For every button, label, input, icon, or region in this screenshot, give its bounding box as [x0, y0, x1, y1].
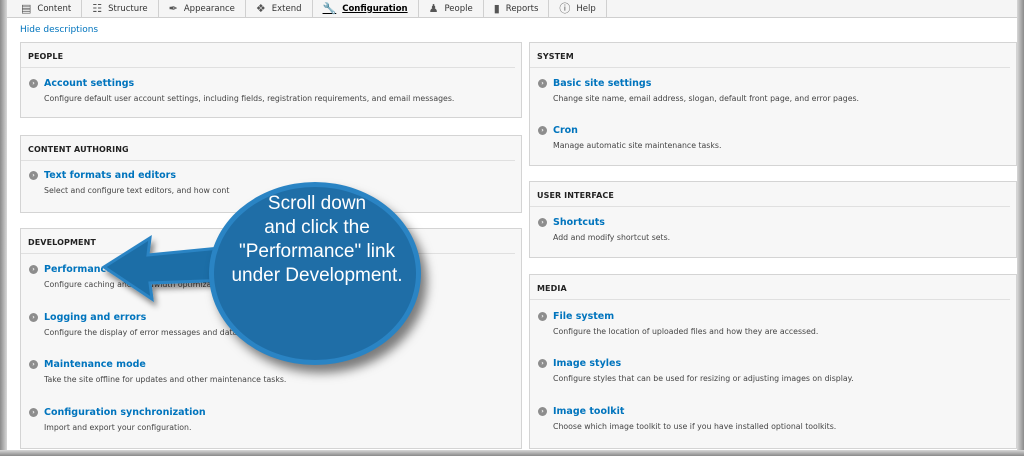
panel-media: MEDIA › File system Configure the locati…: [529, 274, 1017, 449]
configuration-icon: 🔧: [322, 2, 337, 15]
panel-title: PEOPLE: [21, 43, 515, 68]
chevron-right-icon: ›: [29, 360, 38, 369]
toolbar-extend[interactable]: ❖ Extend: [246, 0, 313, 18]
hide-descriptions-link[interactable]: Hide descriptions: [20, 25, 98, 35]
toolbar-label: Reports: [505, 3, 539, 14]
config-item-logging: › Logging and errors Configure the displ…: [29, 312, 242, 337]
chevron-right-icon: ›: [29, 265, 38, 274]
chevron-right-icon: ›: [29, 408, 38, 417]
chevron-right-icon: ›: [538, 218, 547, 227]
performance-link[interactable]: Performance: [44, 264, 113, 275]
callout-line: "Performance" link: [238, 241, 396, 262]
toolbar-label: Appearance: [183, 3, 235, 14]
callout-line: and click the: [264, 217, 370, 238]
item-description: Select and configure text editors, and h…: [44, 186, 230, 195]
toolbar-help[interactable]: ⓘ Help: [549, 0, 607, 18]
content-icon: ▤: [21, 2, 32, 15]
account-settings-link[interactable]: Account settings: [44, 78, 134, 89]
item-description: Configure the location of uploaded files…: [553, 327, 819, 336]
image-toolkit-link[interactable]: Image toolkit: [553, 406, 624, 417]
toolbar-people[interactable]: ♟ People: [419, 0, 484, 18]
config-sync-link[interactable]: Configuration synchronization: [44, 407, 206, 418]
toolbar-label: Structure: [108, 3, 148, 14]
extend-icon: ❖: [255, 2, 266, 15]
appearance-icon: ✒: [168, 2, 178, 15]
panel-people: PEOPLE › Account settings Configure defa…: [20, 42, 522, 118]
config-item-shortcuts: › Shortcuts Add and modify shortcut sets…: [538, 217, 670, 242]
toolbar-reports[interactable]: ▮ Reports: [484, 0, 550, 18]
config-item-sync: › Configuration synchronization Import a…: [29, 407, 206, 432]
item-description: Configure the display of error messages …: [44, 328, 243, 337]
config-item-text-formats: › Text formats and editors Select and co…: [29, 170, 229, 195]
toolbar-label: Help: [576, 3, 596, 14]
item-description: Choose which image toolkit to use if you…: [553, 422, 837, 431]
panel-title: SYSTEM: [530, 43, 1010, 68]
text-formats-link[interactable]: Text formats and editors: [44, 170, 176, 181]
logging-errors-link[interactable]: Logging and errors: [44, 312, 146, 323]
maintenance-mode-link[interactable]: Maintenance mode: [44, 359, 146, 370]
toolbar-configuration[interactable]: 🔧 Configuration: [313, 0, 419, 18]
toolbar-label: People: [444, 3, 473, 14]
reports-icon: ▮: [493, 2, 500, 15]
structure-icon: ☷: [92, 2, 103, 15]
toolbar-content[interactable]: ▤ Content: [7, 0, 83, 18]
config-item-file-system: › File system Configure the location of …: [538, 311, 818, 336]
file-system-link[interactable]: File system: [553, 311, 614, 322]
config-item-basic-site: › Basic site settings Change site name, …: [538, 78, 859, 103]
config-item-performance: › Performance Configure caching and band…: [29, 264, 211, 289]
chevron-right-icon: ›: [29, 313, 38, 322]
cron-link[interactable]: Cron: [553, 125, 578, 136]
item-description: Configure default user account settings,…: [44, 94, 455, 103]
frame-shadow-bottom: [0, 450, 1024, 456]
item-description: Take the site offline for updates and ot…: [44, 375, 287, 384]
chevron-right-icon: ›: [538, 126, 547, 135]
toolbar-label: Extend: [271, 3, 302, 14]
toolbar-appearance[interactable]: ✒ Appearance: [159, 0, 246, 18]
item-description: Change site name, email address, slogan,…: [553, 94, 860, 103]
chevron-right-icon: ›: [29, 171, 38, 180]
admin-toolbar: ▤ Content ☷ Structure ✒ Appearance ❖ Ext…: [7, 0, 1017, 18]
panel-title: MEDIA: [530, 275, 1010, 300]
item-description: Add and modify shortcut sets.: [553, 233, 671, 242]
callout-line: under Development.: [231, 265, 403, 286]
chevron-right-icon: ›: [538, 312, 547, 321]
chevron-right-icon: ›: [538, 79, 547, 88]
toolbar-structure[interactable]: ☷ Structure: [82, 0, 159, 18]
item-description: Import and export your configuration.: [44, 423, 192, 432]
item-description: Manage automatic site maintenance tasks.: [553, 141, 722, 150]
config-item-cron: › Cron Manage automatic site maintenance…: [538, 125, 721, 150]
panel-user-interface: USER INTERFACE › Shortcuts Add and modif…: [529, 181, 1017, 258]
chevron-right-icon: ›: [29, 79, 38, 88]
panel-title: CONTENT AUTHORING: [21, 136, 515, 161]
toolbar-label: Content: [37, 3, 72, 14]
panel-title: USER INTERFACE: [530, 182, 1010, 207]
chevron-right-icon: ›: [538, 359, 547, 368]
callout-line: Scroll down: [267, 193, 367, 214]
people-icon: ♟: [428, 2, 439, 15]
callout-text: Scroll down and click the "Performance" …: [212, 192, 422, 288]
config-item-image-styles: › Image styles Configure styles that can…: [538, 358, 854, 383]
chevron-right-icon: ›: [538, 407, 547, 416]
config-item-account-settings: › Account settings Configure default use…: [29, 78, 454, 103]
config-item-maintenance: › Maintenance mode Take the site offline…: [29, 359, 286, 384]
config-item-image-toolkit: › Image toolkit Choose which image toolk…: [538, 406, 836, 431]
help-icon: ⓘ: [559, 2, 571, 15]
screenshot-frame: ▤ Content ☷ Structure ✒ Appearance ❖ Ext…: [0, 0, 1024, 456]
basic-site-settings-link[interactable]: Basic site settings: [553, 78, 651, 89]
shortcuts-link[interactable]: Shortcuts: [553, 217, 605, 228]
frame-shadow-right: [1017, 0, 1024, 456]
image-styles-link[interactable]: Image styles: [553, 358, 621, 369]
item-description: Configure caching and bandwidth optimiza: [44, 280, 212, 289]
item-description: Configure styles that can be used for re…: [553, 374, 854, 383]
panel-system: SYSTEM › Basic site settings Change site…: [529, 42, 1017, 166]
toolbar-label: Configuration: [342, 3, 408, 14]
frame-shadow-left: [0, 0, 7, 456]
